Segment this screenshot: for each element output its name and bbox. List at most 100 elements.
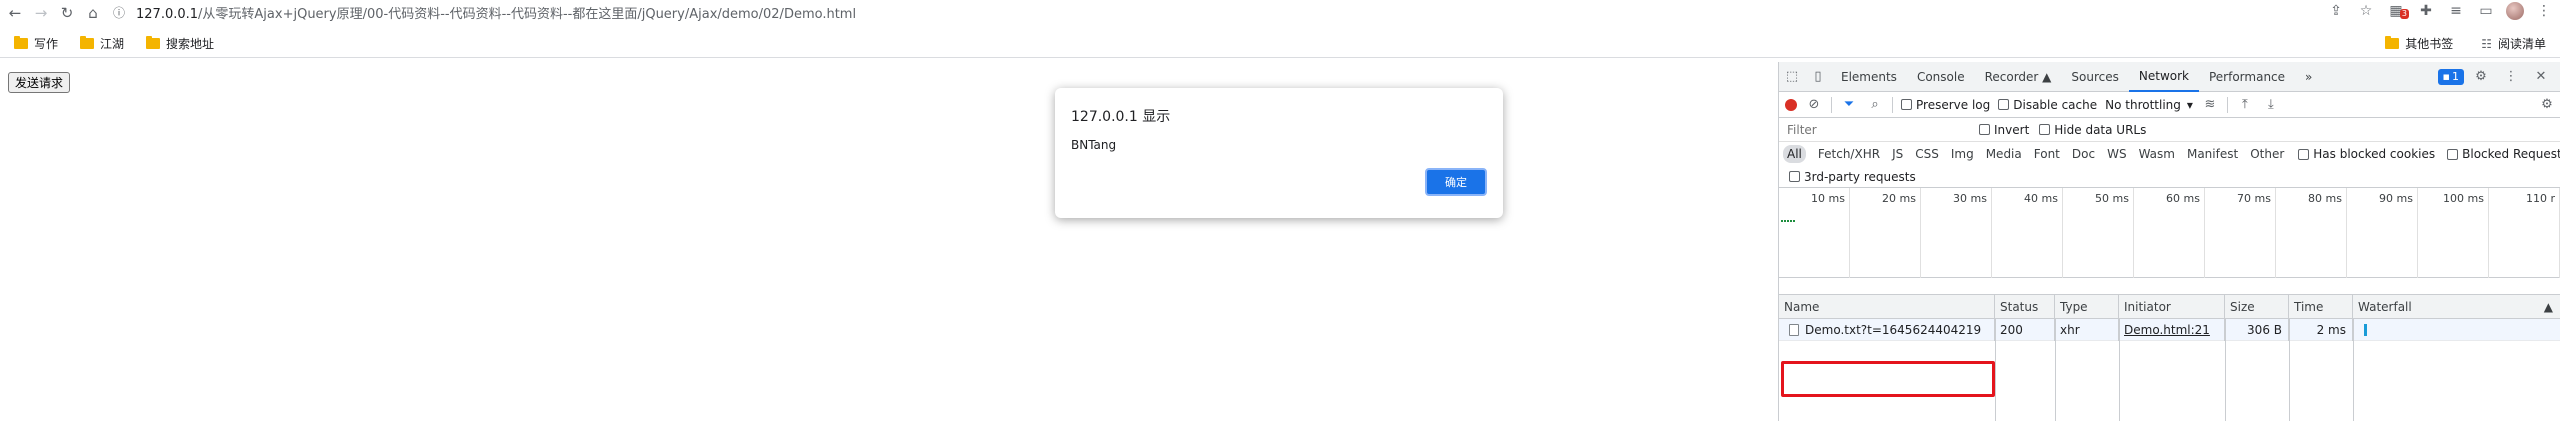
type-filter-doc[interactable]: Doc bbox=[2068, 145, 2099, 163]
divider bbox=[1831, 96, 1832, 113]
network-overview-timeline[interactable]: 10 ms 20 ms 30 ms 40 ms 50 ms 60 ms 70 ms 80 ms… bbox=[1779, 188, 2560, 278]
type-filter-css[interactable]: CSS bbox=[1911, 145, 1943, 163]
clear-icon[interactable]: ⊘ bbox=[1805, 97, 1823, 112]
tab-elements[interactable]: Elements bbox=[1831, 62, 1907, 92]
column-waterfall-label: Waterfall bbox=[2358, 299, 2412, 314]
alert-ok-button[interactable]: 确定 bbox=[1425, 168, 1487, 196]
reload-icon[interactable]: ↻ bbox=[56, 2, 78, 24]
column-time[interactable]: Time bbox=[2289, 294, 2353, 319]
third-party-label: 3rd-party requests bbox=[1804, 169, 1916, 184]
third-party-checkbox[interactable]: 3rd-party requests bbox=[1789, 170, 1916, 184]
column-initiator[interactable]: Initiator bbox=[2119, 294, 2225, 319]
column-divider bbox=[2353, 318, 2354, 421]
star-icon[interactable]: ☆ bbox=[2356, 1, 2376, 21]
filter-input[interactable] bbox=[1783, 120, 1969, 139]
hide-data-urls-checkbox[interactable]: Hide data URLs bbox=[2039, 123, 2146, 137]
puzzle-icon[interactable]: ✚ bbox=[2416, 1, 2436, 21]
checkbox-box bbox=[2298, 148, 2310, 160]
other-bookmarks[interactable]: 其他书签 bbox=[2385, 35, 2453, 52]
timeline-tick-label: 100 ms bbox=[2443, 192, 2484, 205]
tab-sources[interactable]: Sources bbox=[2061, 62, 2128, 92]
network-settings-icon[interactable]: ⚙ bbox=[2538, 97, 2556, 112]
bookmarks-right: 其他书签 ☷ 阅读清单 bbox=[2371, 35, 2546, 52]
devtools-menu-icon[interactable]: ⋮ bbox=[2498, 64, 2524, 90]
tab-recorder[interactable]: Recorder ▲ bbox=[1975, 62, 2062, 92]
back-arrow-icon[interactable]: ← bbox=[4, 2, 26, 24]
avatar[interactable] bbox=[2506, 2, 2524, 20]
preserve-log-label: Preserve log bbox=[1916, 97, 1991, 112]
invert-checkbox[interactable]: Invert bbox=[1979, 123, 2029, 137]
type-filter-all[interactable]: All bbox=[1783, 145, 1806, 163]
url-host: 127.0.0.1 bbox=[136, 7, 199, 22]
filter-funnel-icon[interactable]: ⏷ bbox=[1840, 97, 1858, 112]
column-status[interactable]: Status bbox=[1995, 294, 2055, 319]
sort-arrow-icon: ▲ bbox=[2543, 299, 2553, 314]
has-blocked-cookies-label: Has blocked cookies bbox=[2313, 147, 2436, 161]
checkbox-box bbox=[1979, 124, 1990, 135]
folder-icon bbox=[14, 36, 28, 49]
column-divider bbox=[2055, 318, 2056, 421]
preserve-log-checkbox[interactable]: Preserve log bbox=[1901, 98, 1990, 112]
tab-network[interactable]: Network bbox=[2128, 62, 2199, 92]
record-icon[interactable] bbox=[1785, 98, 1797, 111]
reading-list[interactable]: ☷ 阅读清单 bbox=[2481, 35, 2546, 52]
bookmark-label: 写作 bbox=[34, 37, 59, 51]
blocked-requests-checkbox[interactable]: Blocked Requests bbox=[2447, 147, 2560, 161]
type-filter-manifest[interactable]: Manifest bbox=[2183, 145, 2242, 163]
timeline-tick-label: 30 ms bbox=[1953, 192, 1987, 205]
menu-dots-icon[interactable]: ⋮ bbox=[2534, 1, 2554, 21]
bookmark-item[interactable]: 写作 bbox=[14, 35, 58, 52]
network-toolbar: ⊘ ⏷ ⌕ Preserve log Disable cache No thro… bbox=[1779, 92, 2560, 118]
type-filter-img[interactable]: Img bbox=[1947, 145, 1978, 163]
issues-badge[interactable]: ▪ 1 bbox=[2437, 68, 2464, 85]
settings-gear-icon[interactable]: ⚙ bbox=[2468, 64, 2494, 90]
has-blocked-cookies-checkbox[interactable]: Has blocked cookies bbox=[2298, 147, 2435, 161]
extension-icon[interactable]: ▦ 3 bbox=[2386, 1, 2409, 21]
home-icon[interactable]: ⌂ bbox=[82, 2, 104, 24]
device-toggle-icon[interactable]: ▯ bbox=[1805, 64, 1831, 90]
tab-performance[interactable]: Performance bbox=[2199, 62, 2295, 92]
bookmark-label: 江湖 bbox=[100, 37, 125, 51]
column-size[interactable]: Size bbox=[2225, 294, 2289, 319]
blocked-requests-label: Blocked Requests bbox=[2462, 147, 2560, 161]
throttling-select[interactable]: No throttling ▾ bbox=[2105, 98, 2193, 112]
timeline-tick-label: 60 ms bbox=[2166, 192, 2200, 205]
type-filter-font[interactable]: Font bbox=[2030, 145, 2064, 163]
export-har-icon[interactable]: ⤓ bbox=[2262, 97, 2280, 112]
inspect-icon[interactable]: ⬚ bbox=[1779, 64, 1805, 90]
disable-cache-checkbox[interactable]: Disable cache bbox=[1998, 98, 2097, 112]
timeline-tick-line bbox=[1991, 188, 1992, 278]
type-filter-fetch-xhr[interactable]: Fetch/XHR bbox=[1814, 145, 1884, 163]
column-name[interactable]: Name bbox=[1779, 294, 1995, 319]
bookmark-item[interactable]: 搜索地址 bbox=[146, 35, 214, 52]
alert-message: BNTang bbox=[1071, 138, 1117, 152]
type-filter-other[interactable]: Other bbox=[2246, 145, 2288, 163]
browser-toolbar: ← → ↻ ⌂ ⓘ 127.0.0.1/从零玩转Ajax+jQuery原理/00… bbox=[0, 0, 2560, 25]
close-icon[interactable]: ✕ bbox=[2528, 64, 2554, 90]
type-filter-wasm[interactable]: Wasm bbox=[2135, 145, 2179, 163]
forward-arrow-icon[interactable]: → bbox=[30, 2, 52, 24]
page-content: 发送请求 127.0.0.1 显示 BNTang 确定 bbox=[0, 62, 1778, 421]
issues-count: 1 bbox=[2452, 70, 2459, 83]
network-conditions-icon[interactable]: ≋ bbox=[2201, 97, 2219, 112]
share-icon[interactable]: ⇪ bbox=[2326, 1, 2346, 21]
sidebar-icon[interactable]: ▭ bbox=[2476, 1, 2496, 21]
bookmark-item[interactable]: 江湖 bbox=[80, 35, 124, 52]
bookmarks-bar: 写作 江湖 搜索地址 其他书签 ☷ 阅读清单 bbox=[0, 30, 2560, 58]
send-request-button[interactable]: 发送请求 bbox=[8, 72, 71, 93]
dropdown-arrow-icon: ▾ bbox=[2186, 97, 2193, 112]
timeline-tick-line bbox=[2417, 188, 2418, 278]
media-icon[interactable]: ≡ bbox=[2446, 1, 2466, 21]
column-waterfall[interactable]: Waterfall ▲ bbox=[2353, 294, 2560, 319]
checkbox-box bbox=[1998, 99, 2010, 110]
info-icon[interactable]: ⓘ bbox=[108, 2, 130, 24]
more-tabs-button[interactable]: » bbox=[2295, 62, 2322, 92]
type-filter-media[interactable]: Media bbox=[1982, 145, 2026, 163]
address-bar[interactable]: 127.0.0.1/从零玩转Ajax+jQuery原理/00-代码资料--代码资… bbox=[136, 3, 856, 22]
search-icon[interactable]: ⌕ bbox=[1866, 97, 1884, 112]
column-type[interactable]: Type bbox=[2055, 294, 2119, 319]
type-filter-ws[interactable]: WS bbox=[2103, 145, 2130, 163]
import-har-icon[interactable]: ⤒ bbox=[2236, 97, 2254, 112]
type-filter-js[interactable]: JS bbox=[1888, 145, 1907, 163]
tab-console[interactable]: Console bbox=[1907, 62, 1975, 92]
